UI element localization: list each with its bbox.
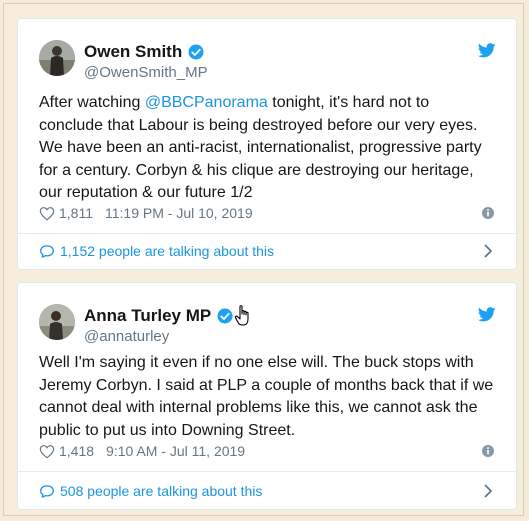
avatar[interactable] bbox=[39, 40, 75, 76]
tweet-meta: 1,811 11:19 PM - Jul 10, 2019 bbox=[39, 205, 253, 221]
like-count[interactable]: 1,811 bbox=[59, 205, 93, 221]
info-icon[interactable] bbox=[482, 445, 494, 457]
tweet-text: Well I'm saying it even if no one else w… bbox=[39, 354, 494, 439]
avatar[interactable] bbox=[39, 304, 75, 340]
speech-bubble-icon bbox=[40, 244, 54, 258]
timestamp[interactable]: 11:19 PM - Jul 10, 2019 bbox=[105, 205, 253, 221]
author-row: Anna Turley MP bbox=[84, 306, 234, 326]
twitter-bird-icon[interactable] bbox=[478, 307, 496, 322]
tweet-text: After watching @BBCPanorama tonight, it'… bbox=[39, 92, 494, 205]
twitter-bird-icon[interactable] bbox=[478, 43, 496, 58]
conversation-link[interactable]: 508 people are talking about this bbox=[39, 483, 262, 499]
author-handle[interactable]: @annaturley bbox=[84, 328, 169, 345]
author-row: Owen Smith bbox=[84, 42, 205, 62]
verified-badge-icon bbox=[188, 44, 204, 60]
like-count[interactable]: 1,418 bbox=[59, 443, 94, 459]
embed-frame: Owen Smith @OwenSmith_MP After watching … bbox=[3, 3, 524, 516]
author-name[interactable]: Anna Turley MP bbox=[84, 306, 211, 326]
info-icon[interactable] bbox=[482, 207, 494, 219]
heart-icon[interactable] bbox=[39, 206, 55, 221]
tweet-card[interactable]: Owen Smith @OwenSmith_MP After watching … bbox=[17, 18, 517, 270]
tweet-text-start: After watching bbox=[39, 94, 145, 111]
mention-link[interactable]: @BBCPanorama bbox=[145, 94, 268, 111]
conversation-link[interactable]: 1,152 people are talking about this bbox=[39, 243, 274, 259]
verified-badge-icon bbox=[217, 308, 233, 324]
author-handle[interactable]: @OwenSmith_MP bbox=[84, 64, 208, 81]
tweet-meta: 1,418 9:10 AM - Jul 11, 2019 bbox=[39, 443, 245, 459]
author-name[interactable]: Owen Smith bbox=[84, 42, 182, 62]
chevron-right-icon[interactable] bbox=[484, 244, 493, 258]
tweet-card[interactable]: Anna Turley MP @annaturley Well I'm sayi… bbox=[17, 282, 517, 510]
divider bbox=[18, 233, 516, 234]
timestamp[interactable]: 9:10 AM - Jul 11, 2019 bbox=[106, 443, 245, 459]
divider bbox=[18, 471, 516, 472]
speech-bubble-icon bbox=[40, 484, 54, 498]
heart-icon[interactable] bbox=[39, 444, 55, 459]
conversation-count[interactable]: 508 people are talking about this bbox=[60, 483, 262, 499]
hand-cursor-icon bbox=[234, 305, 249, 326]
conversation-count[interactable]: 1,152 people are talking about this bbox=[60, 243, 274, 259]
chevron-right-icon[interactable] bbox=[484, 484, 493, 498]
